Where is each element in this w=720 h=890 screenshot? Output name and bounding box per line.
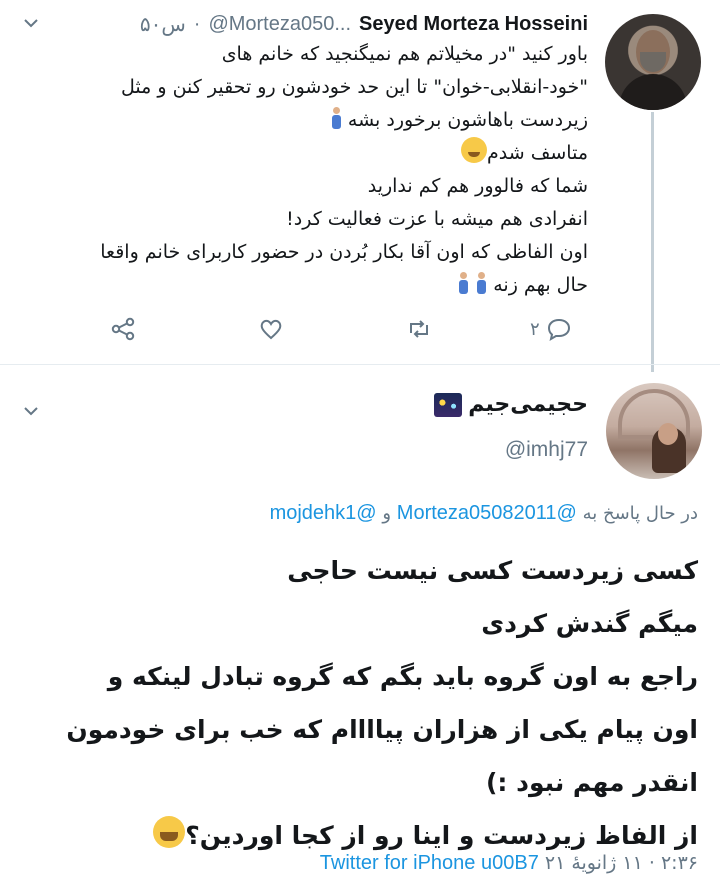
unamused-face-icon [461,137,488,163]
author-name[interactable]: Seyed Morteza Hosseini [359,13,588,36]
thread-line [651,112,654,372]
tweet-text: باور کنید "در مخیلاتم هم نمیگنجید که خان… [58,38,588,302]
replying-to: در حال پاسخ به @Morteza05082011 و @mojde… [270,502,698,525]
divider [0,364,720,365]
retweet-button[interactable] [406,312,432,346]
tweet-time: ۵۰س [139,13,186,36]
tweet-line: شما که فالوور هم کم ندارید [367,175,588,197]
tweet-meta: ۲:۳۶ · ۱۱ ژانویهٔ ۲۱ Twitter for iPhone … [320,852,698,875]
reply-count: ۲ [530,318,540,340]
tweet-line: راجع به اون گروه باید بگم که گروه تبادل … [107,662,698,691]
like-button[interactable] [258,312,284,346]
tweet-header: ۵۰س · @Morteza050... Seyed Morteza Hosse… [140,10,588,38]
tweet-actions: ۲ [110,312,590,346]
separator-dot: · [648,852,655,874]
tweet-line: اون پیام یکی از هزاران پیاااام که خب برا… [66,715,698,744]
tweet-line: زیردست باهاشون برخورد بشه [58,104,588,137]
tweet-parent[interactable]: ۵۰س · @Morteza050... Seyed Morteza Hosse… [0,0,720,372]
tweet-line: اون الفاظی که اون آقا بکار بُردن در حضور… [100,241,588,263]
client-link[interactable]: Twitter for iPhone u00B7 [320,852,539,874]
laughing-face-icon [153,816,186,848]
tweet-time: ۲:۳۶ [660,852,698,874]
tweet-line: انفرادی هم میشه با عزت فعالیت کرد! [286,208,588,230]
tweet-line: باور کنید "در مخیلاتم هم نمیگنجید که خان… [221,43,588,65]
separator-dot: · [193,12,201,35]
mention-link[interactable]: @mojdehk1 [270,502,377,524]
tweet-line: میگم گندش کردی [481,609,698,638]
tweet-line: کسی زیردست کسی نیست حاجی [287,556,698,585]
author-handle[interactable]: @imhj77 [505,438,588,462]
reply-button[interactable]: ۲ [530,312,572,346]
chevron-down-icon[interactable] [20,400,42,422]
tweet-text: کسی زیردست کسی نیست حاجی میگم گندش کردی … [8,544,698,862]
walking-person-icon [457,272,469,294]
tweet-line: حال بهم زنه [58,269,588,302]
fireworks-emoji-icon [434,392,463,417]
conjunction: و [382,503,392,524]
replying-label: در حال پاسخ به [582,503,698,524]
tweet-line: انقدر مهم نبود :) [486,768,698,797]
share-icon [111,317,135,341]
tweet-date: ۱۱ ژانویهٔ ۲۱ [544,852,643,874]
avatar[interactable] [606,383,702,479]
share-button[interactable] [110,312,136,346]
walking-person-icon [475,272,487,294]
retweet-icon [410,320,428,338]
author-name-row[interactable]: حجیمی‌جیم [434,392,588,417]
reply-icon [547,318,570,342]
tweet-line: "خود-انقلابی-خوان" تا این حد خودشون رو ت… [121,76,588,98]
author-name[interactable]: حجیمی‌جیم [468,392,588,417]
avatar[interactable] [605,14,701,110]
person-emoji-icon [330,107,342,129]
tweet-line: متاسف شدم [58,137,588,170]
author-handle[interactable]: @Morteza050... [208,13,351,36]
heart-icon [260,319,282,340]
chevron-down-icon[interactable] [20,12,42,34]
mention-link[interactable]: @Morteza05082011 [397,502,577,524]
